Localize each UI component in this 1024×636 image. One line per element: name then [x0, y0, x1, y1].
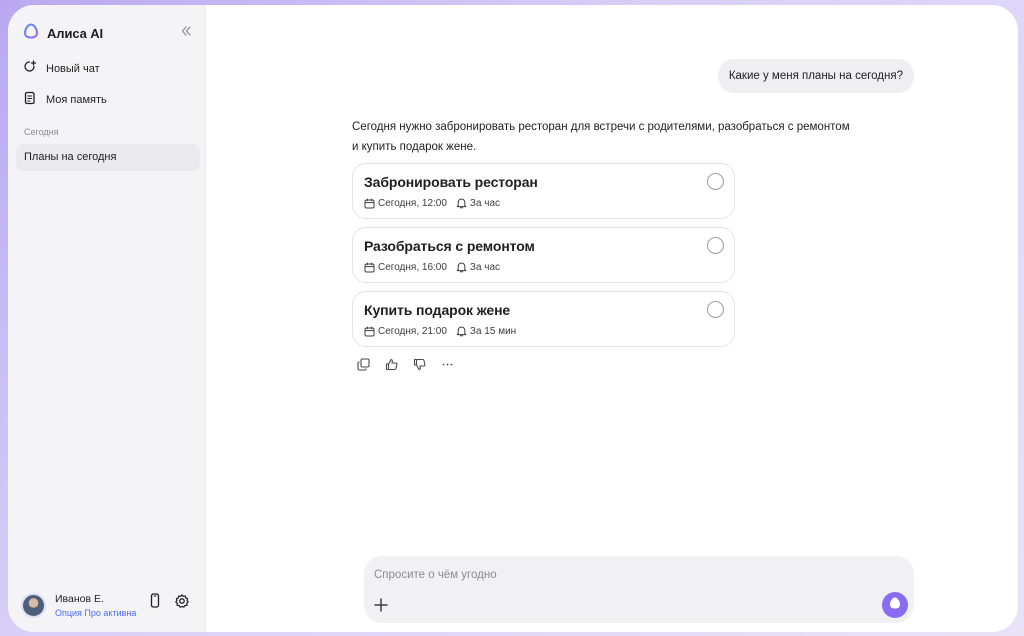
bell-icon [456, 261, 467, 273]
task-card[interactable]: Купить подарок жене Сегодня, 21:00 За 15… [352, 291, 735, 347]
chat-main: Какие у меня планы на сегодня? Сегодня н… [206, 5, 1018, 632]
dislike-button[interactable] [412, 358, 426, 376]
gear-icon [174, 594, 190, 613]
avatar [21, 593, 46, 618]
profile[interactable]: Иванов Е. Опция Про активна [21, 593, 136, 618]
sidebar: Алиса AI Новый чат Моя память Сегодня Пл… [8, 5, 206, 632]
assistant-message: Сегодня нужно забронировать ресторан для… [352, 118, 852, 157]
subscription-status[interactable]: Опция Про активна [55, 608, 136, 618]
more-icon [441, 358, 454, 376]
task-meta: Сегодня, 12:00 За час [364, 197, 500, 209]
task-card[interactable]: Забронировать ресторан Сегодня, 12:00 За… [352, 163, 735, 219]
plus-icon [373, 598, 389, 617]
task-time: Сегодня, 16:00 [378, 261, 447, 273]
new-chat-label: Новый чат [46, 62, 100, 75]
settings-button[interactable] [174, 593, 190, 614]
task-complete-checkbox[interactable] [707, 173, 724, 190]
thumbs-down-icon [413, 358, 426, 376]
new-chat-icon [23, 60, 37, 77]
task-card[interactable]: Разобраться с ремонтом Сегодня, 16:00 За… [352, 227, 735, 283]
phone-icon [149, 593, 161, 612]
copy-button[interactable] [356, 358, 370, 376]
bell-icon [456, 197, 467, 209]
calendar-icon [364, 198, 375, 209]
task-reminder: За 15 мин [469, 325, 517, 337]
memory-label: Моя память [46, 93, 107, 106]
new-chat-button[interactable]: Новый чат [23, 60, 100, 77]
profile-name: Иванов Е. [55, 593, 104, 605]
like-button[interactable] [384, 358, 398, 376]
task-title: Купить подарок жене [364, 302, 511, 318]
app-window: Алиса AI Новый чат Моя память Сегодня Пл… [8, 5, 1018, 632]
task-meta: Сегодня, 16:00 За час [364, 261, 500, 273]
task-complete-checkbox[interactable] [707, 237, 724, 254]
memory-button[interactable]: Моя память [23, 91, 107, 108]
phone-button[interactable] [149, 593, 161, 613]
task-time: Сегодня, 12:00 [378, 197, 447, 209]
task-title: Забронировать ресторан [364, 174, 538, 190]
send-button[interactable] [882, 592, 908, 618]
app-title: Алиса AI [47, 26, 104, 41]
more-button[interactable] [440, 360, 454, 374]
section-today-label: Сегодня [24, 127, 59, 137]
memory-note-icon [23, 91, 37, 108]
task-complete-checkbox[interactable] [707, 301, 724, 318]
double-chevron-left-icon [180, 24, 192, 42]
task-reminder: За час [469, 261, 501, 273]
prompt-input[interactable] [374, 565, 854, 585]
collapse-sidebar-button[interactable] [176, 23, 196, 43]
task-meta: Сегодня, 21:00 За 15 мин [364, 325, 516, 337]
task-reminder: За час [469, 197, 501, 209]
message-actions [356, 358, 454, 376]
bell-icon [456, 325, 467, 337]
task-title: Разобраться с ремонтом [364, 238, 535, 254]
assistant-message-line-1: Сегодня нужно забронировать ресторан для… [352, 121, 850, 133]
calendar-icon [364, 262, 375, 273]
copy-icon [356, 358, 370, 376]
user-message: Какие у меня планы на сегодня? [717, 59, 914, 93]
brand[interactable]: Алиса AI [23, 23, 103, 44]
alisa-send-icon [888, 596, 902, 615]
calendar-icon [364, 326, 375, 337]
sidebar-item-plans-today[interactable]: Планы на сегодня [16, 144, 200, 171]
thumbs-up-icon [385, 358, 398, 376]
task-time: Сегодня, 21:00 [378, 325, 447, 337]
assistant-message-line-2: и купить подарок жене. [352, 140, 477, 153]
add-attachment-button[interactable] [373, 597, 389, 613]
composer [364, 556, 914, 623]
alisa-logo-icon [23, 23, 39, 44]
